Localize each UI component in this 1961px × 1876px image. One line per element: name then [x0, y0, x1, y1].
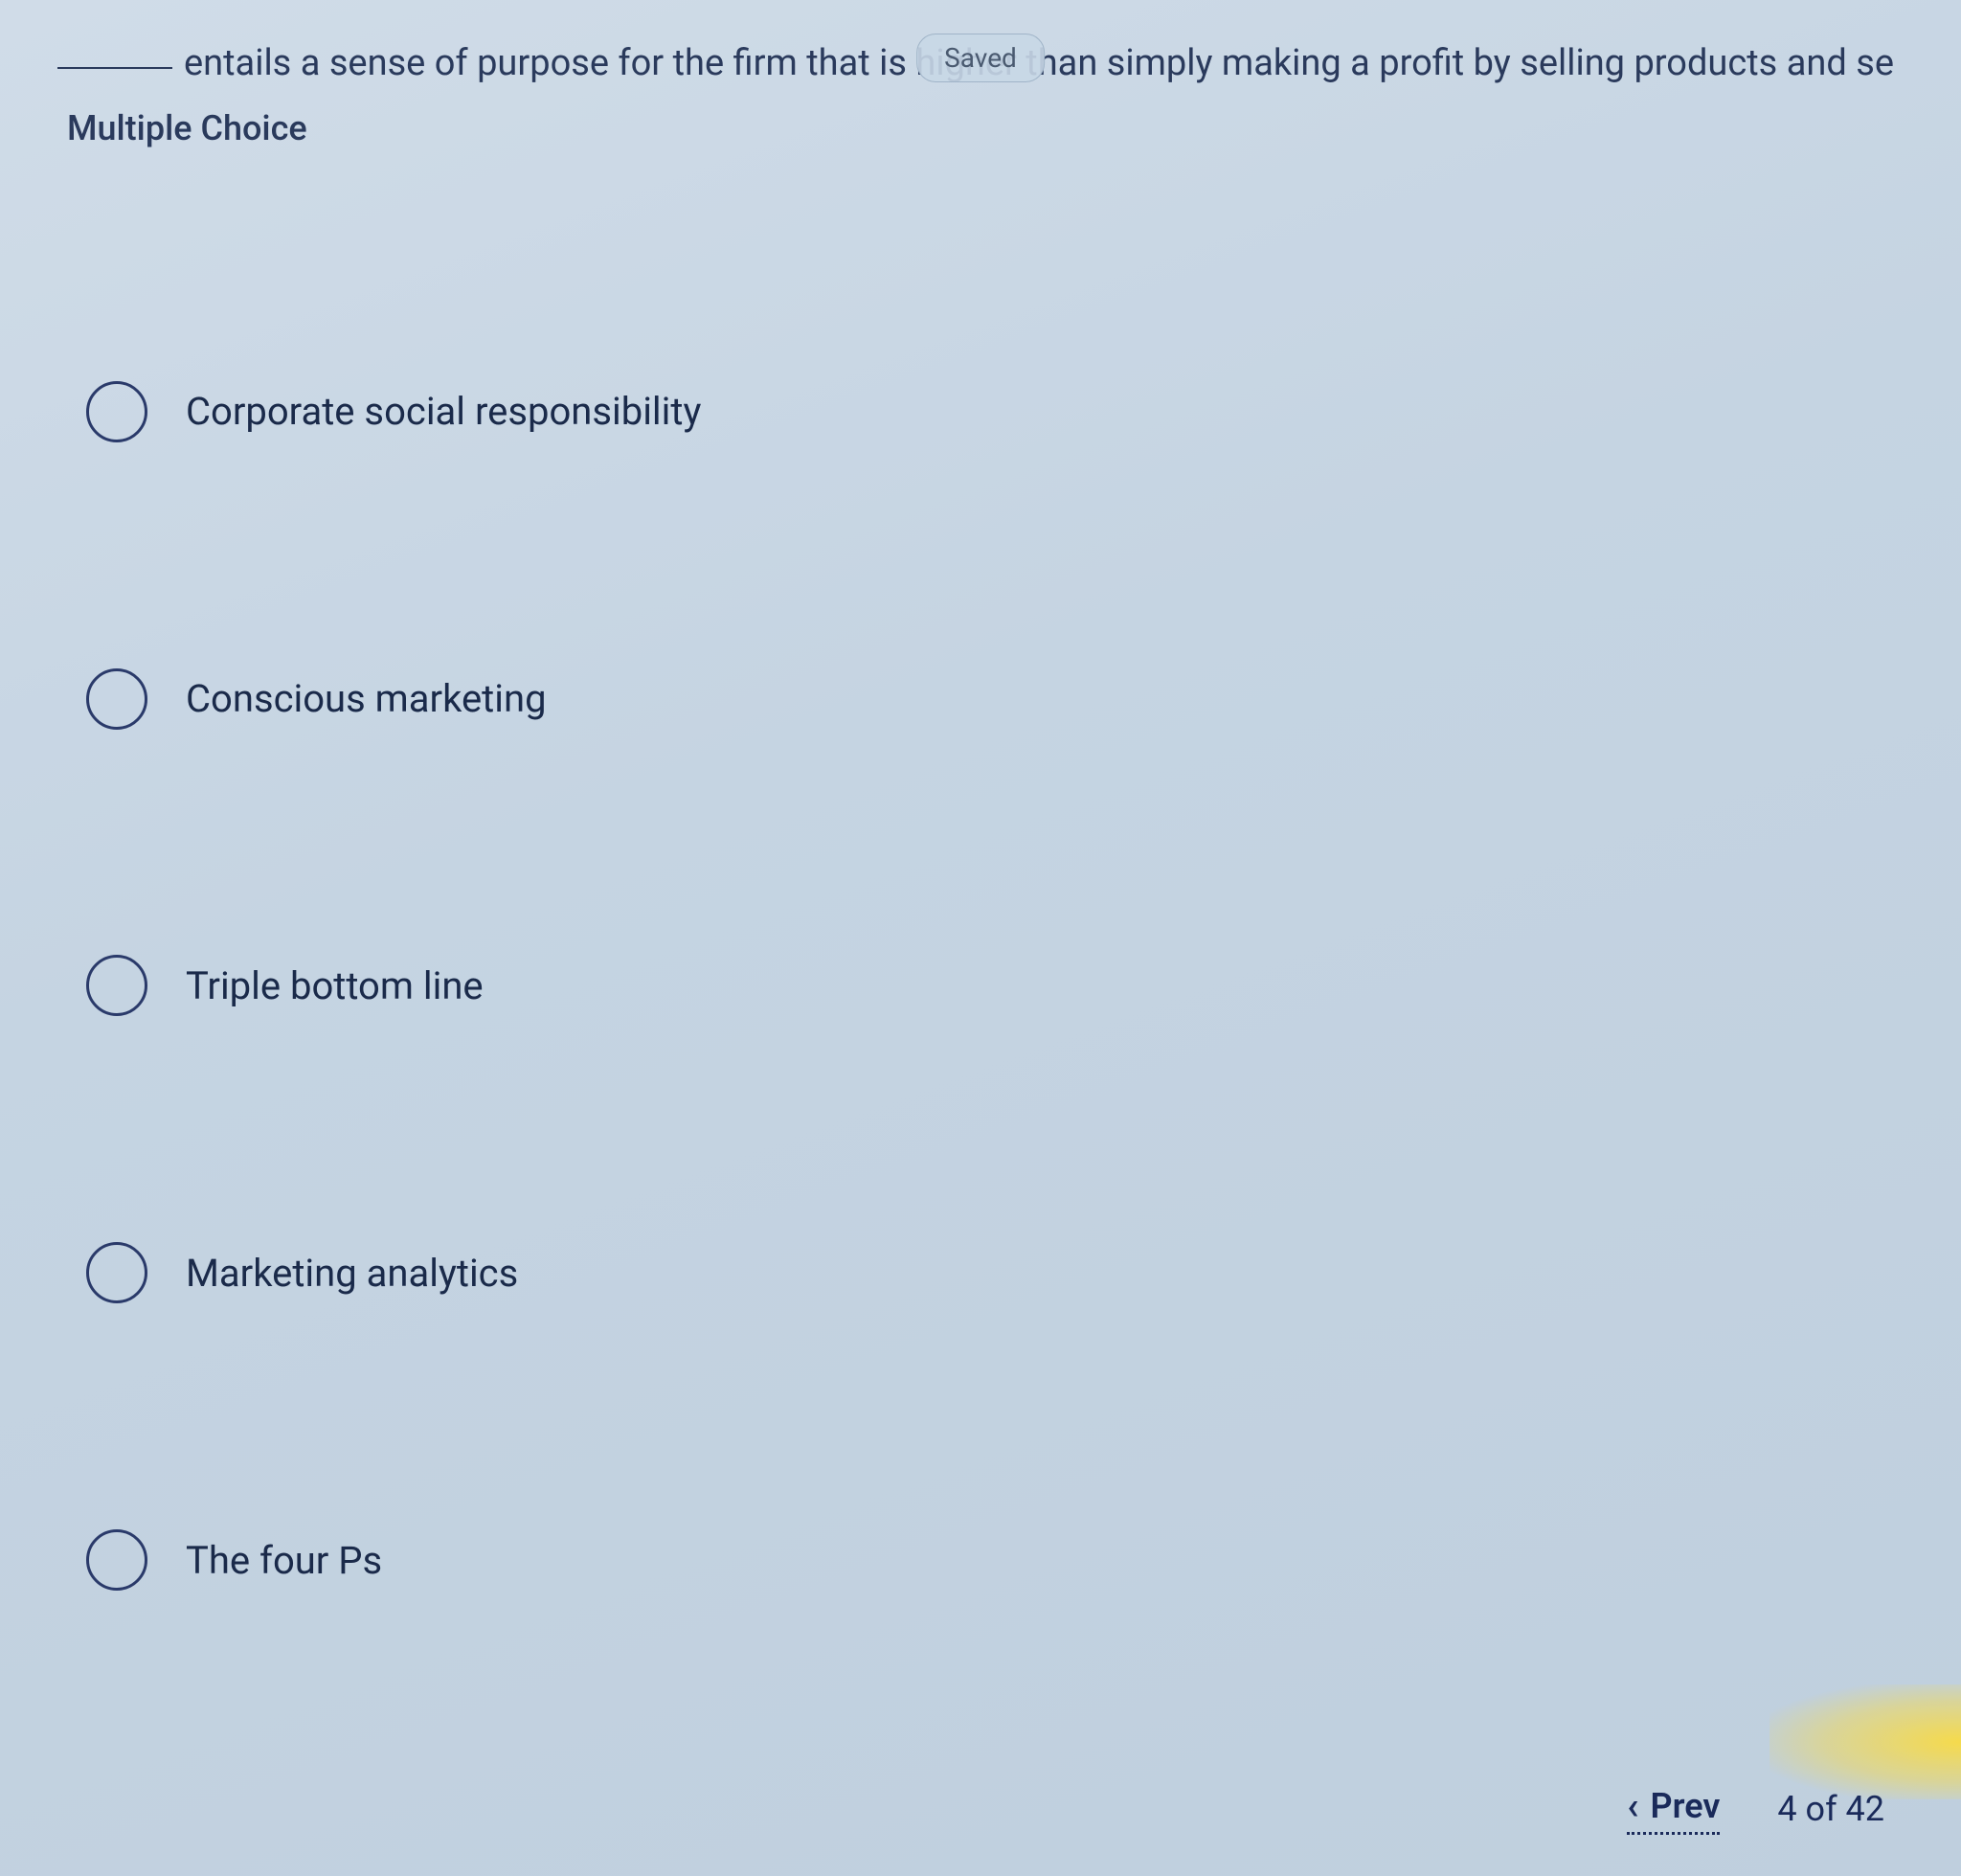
radio-button-3[interactable]	[86, 955, 147, 1016]
choice-label-5: The four Ps	[186, 1538, 382, 1583]
choices-area: Corporate social responsibility Consciou…	[0, 249, 1961, 1723]
choice-item-1[interactable]: Corporate social responsibility	[57, 268, 1904, 555]
decorative-line	[57, 67, 172, 69]
saved-badge: Saved	[916, 34, 1045, 82]
choice-label-1: Corporate social responsibility	[186, 389, 701, 434]
radio-button-2[interactable]	[86, 668, 147, 730]
choice-item-3[interactable]: Triple bottom line	[57, 843, 1904, 1130]
choice-item-2[interactable]: Conscious marketing	[57, 555, 1904, 843]
radio-button-1[interactable]	[86, 381, 147, 442]
radio-button-5[interactable]	[86, 1529, 147, 1591]
choice-label-4: Marketing analytics	[186, 1251, 518, 1296]
bottom-nav: ‹ Prev 4 of 42	[0, 1742, 1961, 1876]
question-type-label: Multiple Choice	[57, 108, 1904, 148]
prev-label: Prev	[1650, 1786, 1720, 1826]
radio-button-4[interactable]	[86, 1242, 147, 1303]
choice-item-4[interactable]: Marketing analytics	[57, 1129, 1904, 1416]
question-header: entails a sense of purpose for the firm …	[0, 0, 1961, 177]
page-count: 4 of 42	[1777, 1789, 1884, 1829]
prev-button[interactable]: ‹ Prev	[1627, 1783, 1720, 1835]
choice-item-5[interactable]: The four Ps	[57, 1416, 1904, 1704]
choice-label-3: Triple bottom line	[186, 963, 484, 1008]
page-wrapper: entails a sense of purpose for the firm …	[0, 0, 1961, 1876]
choice-label-2: Conscious marketing	[186, 676, 547, 721]
chevron-left-icon: ‹	[1627, 1783, 1638, 1828]
